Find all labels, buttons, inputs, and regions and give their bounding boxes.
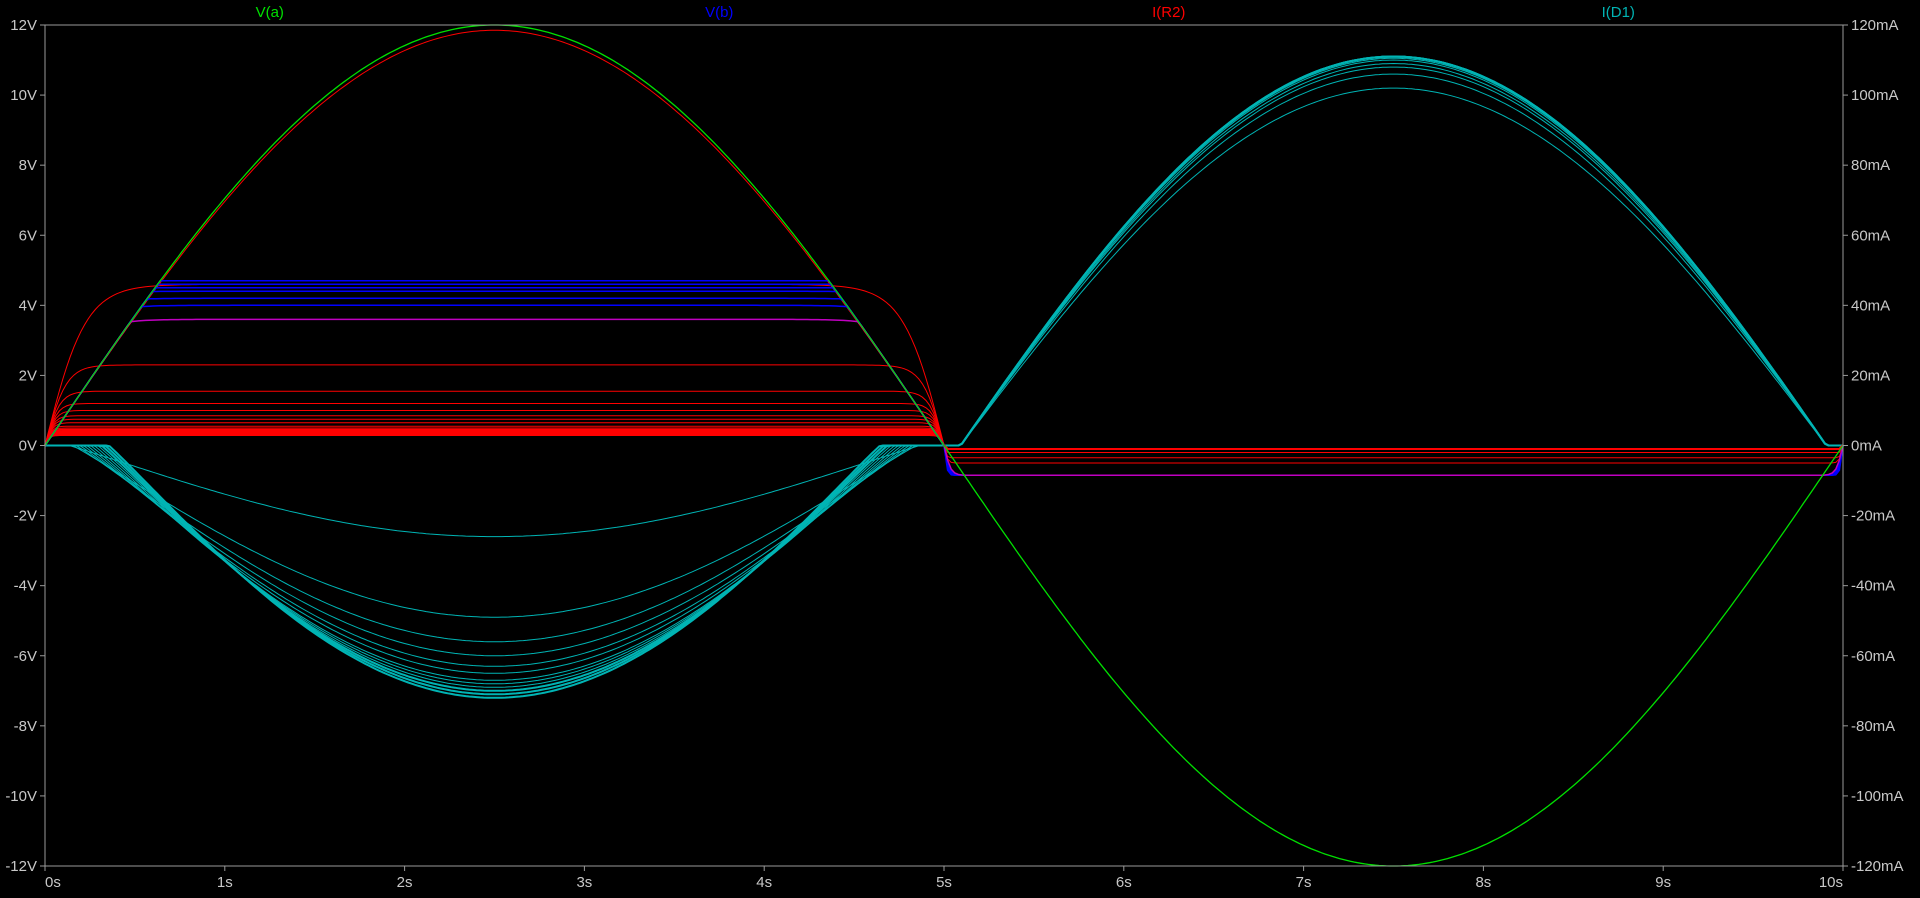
y-right-tick-label: 40mA — [1851, 297, 1890, 314]
y-right-tick-label: 20mA — [1851, 367, 1890, 384]
y-right-tick-label: 60mA — [1851, 227, 1890, 244]
x-tick-label: 0s — [45, 874, 61, 891]
y-left-tick-label: -4V — [14, 578, 37, 595]
y-left-tick-label: 8V — [19, 157, 37, 174]
x-tick-label: 5s — [936, 874, 952, 891]
y-left-tick-label: -8V — [14, 718, 37, 735]
y-left-tick-label: 4V — [19, 297, 37, 314]
y-left-tick-label: -2V — [14, 508, 37, 525]
y-right-tick-label: 100mA — [1851, 87, 1899, 104]
y-left-tick-label: 10V — [10, 87, 37, 104]
y-left-tick-label: 12V — [10, 17, 37, 34]
y-right-tick-label: -80mA — [1851, 718, 1895, 735]
legend-item[interactable]: I(R2) — [1152, 4, 1185, 21]
legend-item[interactable]: V(b) — [705, 4, 733, 21]
y-left-tick-label: -10V — [5, 788, 37, 805]
waveform-plot[interactable]: 0s 1s 2s 3s 4s 5s 6s 7s 8s 9s 10s 12V 10V 8V 6V 4V 2V 0V -… — [0, 0, 1920, 898]
y-right-tick-label: -20mA — [1851, 508, 1895, 525]
x-tick-label: 9s — [1655, 874, 1671, 891]
x-tick-label: 6s — [1116, 874, 1132, 891]
x-tick-label: 1s — [217, 874, 233, 891]
x-tick-label: 4s — [756, 874, 772, 891]
x-tick-label: 3s — [576, 874, 592, 891]
y-left-tick-label: -6V — [14, 648, 37, 665]
y-right-tick-label: 120mA — [1851, 17, 1899, 34]
y-left-tick-label: -12V — [5, 858, 37, 875]
y-right-tick-label: -120mA — [1851, 858, 1904, 875]
x-tick-label: 2s — [397, 874, 413, 891]
y-right-tick-label: 80mA — [1851, 157, 1890, 174]
y-right-tick-label: -100mA — [1851, 788, 1904, 805]
y-left-tick-label: 0V — [19, 438, 37, 455]
x-tick-label: 8s — [1475, 874, 1491, 891]
y-right-tick-label: -60mA — [1851, 648, 1895, 665]
x-tick-label: 10s — [1819, 874, 1843, 891]
legend-item[interactable]: V(a) — [256, 4, 284, 21]
y-right-tick-label: -40mA — [1851, 578, 1895, 595]
y-left-tick-label: 6V — [19, 227, 37, 244]
y-right-tick-label: 0mA — [1851, 438, 1882, 455]
legend-item[interactable]: I(D1) — [1602, 4, 1635, 21]
x-tick-label: 7s — [1296, 874, 1312, 891]
y-left-tick-label: 2V — [19, 367, 37, 384]
